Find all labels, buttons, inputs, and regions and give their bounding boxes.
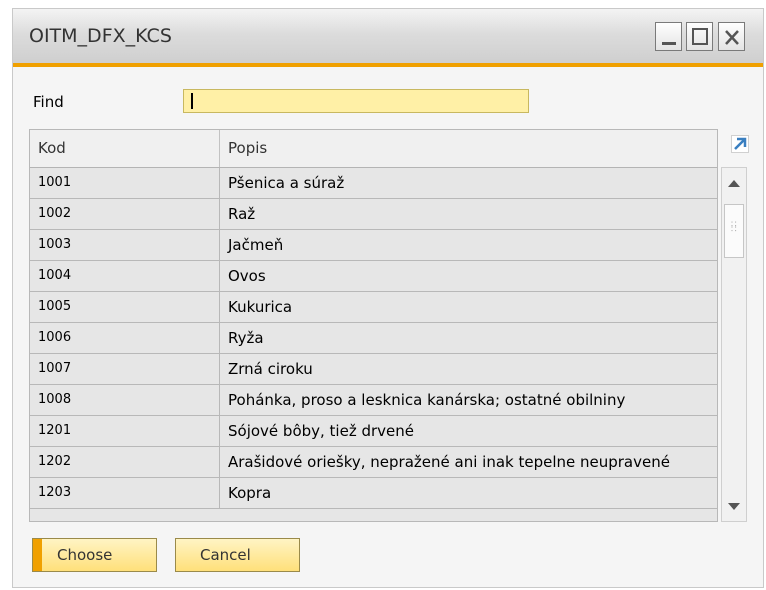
cell-kod: 1201 — [30, 416, 220, 446]
cell-popis: Sójové bôby, tiež drvené — [228, 422, 414, 440]
choose-button[interactable]: Choose — [32, 538, 157, 572]
cell-popis: Jačmeň — [228, 236, 284, 254]
window-title: OITM_DFX_KCS — [29, 25, 172, 47]
grip-icon: ∷ ∷ — [731, 220, 737, 235]
cell-kod: 1006 — [30, 323, 220, 353]
find-input[interactable] — [183, 89, 529, 113]
cell-kod: 1203 — [30, 478, 220, 508]
cell-popis: Kukurica — [228, 298, 293, 316]
column-header-kod[interactable]: Kod — [30, 130, 220, 167]
cell-popis: Zrná ciroku — [228, 360, 313, 378]
cell-kod: 1005 — [30, 292, 220, 322]
minimize-icon — [662, 42, 676, 45]
table-row[interactable]: 1002 Raž — [30, 199, 717, 230]
title-bar[interactable]: OITM_DFX_KCS — [13, 9, 763, 67]
table-row[interactable]: 1006 Ryža — [30, 323, 717, 354]
table-row[interactable]: 1005 Kukurica — [30, 292, 717, 323]
cell-kod: 1007 — [30, 354, 220, 384]
cell-kod: 1202 — [30, 447, 220, 477]
close-button[interactable] — [718, 22, 745, 51]
table-row[interactable]: 1001 Pšenica a súraž — [30, 168, 717, 199]
scroll-thumb[interactable]: ∷ ∷ — [724, 204, 744, 258]
close-icon — [725, 30, 739, 45]
cancel-button-label: Cancel — [200, 546, 251, 564]
table-row[interactable]: 1008 Pohánka, proso a lesknica kanárska; … — [30, 385, 717, 416]
choose-button-label: Choose — [57, 546, 113, 564]
cell-kod: 1008 — [30, 385, 220, 415]
table-row[interactable]: 1004 Ovos — [30, 261, 717, 292]
expand-icon[interactable] — [731, 135, 749, 153]
cell-kod: 1003 — [30, 230, 220, 260]
table-row[interactable]: 1201 Sójové bôby, tiež drvené — [30, 416, 717, 447]
button-accent-bar — [33, 539, 42, 571]
vertical-scrollbar[interactable]: ∷ ∷ — [721, 167, 747, 522]
cell-popis: Kopra — [228, 484, 272, 502]
cell-kod: 1001 — [30, 168, 220, 198]
minimize-button[interactable] — [655, 22, 682, 51]
grid-rows: 1001 Pšenica a súraž 1002 Raž 1003 Jačmeň 1… — [30, 168, 717, 509]
table-row[interactable]: 1203 Kopra — [30, 478, 717, 509]
column-header-popis[interactable]: Popis — [220, 130, 717, 167]
cell-popis: Pohánka, proso a lesknica kanárska; osta… — [228, 391, 626, 409]
grid-header: Kod Popis — [30, 130, 717, 168]
cell-popis: Arašidové oriešky, nepražené ani inak te… — [228, 453, 670, 471]
find-label: Find — [33, 93, 64, 111]
maximize-icon — [692, 28, 708, 45]
table-row[interactable]: 1202 Arašidové oriešky, nepražené ani ina… — [30, 447, 717, 478]
cell-popis: Ovos — [228, 267, 266, 285]
maximize-button[interactable] — [686, 22, 713, 51]
cell-kod: 1004 — [30, 261, 220, 291]
choose-from-list-window: OITM_DFX_KCS Find Kod Popis 1001 Pšenica… — [12, 8, 764, 588]
scroll-up-icon[interactable] — [727, 178, 741, 188]
text-caret — [191, 93, 193, 109]
scroll-down-icon[interactable] — [727, 502, 741, 512]
table-row[interactable]: 1007 Zrná ciroku — [30, 354, 717, 385]
results-grid: Kod Popis 1001 Pšenica a súraž 1002 Raž 10… — [29, 129, 718, 522]
cell-popis: Pšenica a súraž — [228, 174, 345, 192]
cell-popis: Ryža — [228, 329, 264, 347]
cell-kod: 1002 — [30, 199, 220, 229]
table-row[interactable]: 1003 Jačmeň — [30, 230, 717, 261]
cancel-button[interactable]: Cancel — [175, 538, 300, 572]
cell-popis: Raž — [228, 205, 256, 223]
